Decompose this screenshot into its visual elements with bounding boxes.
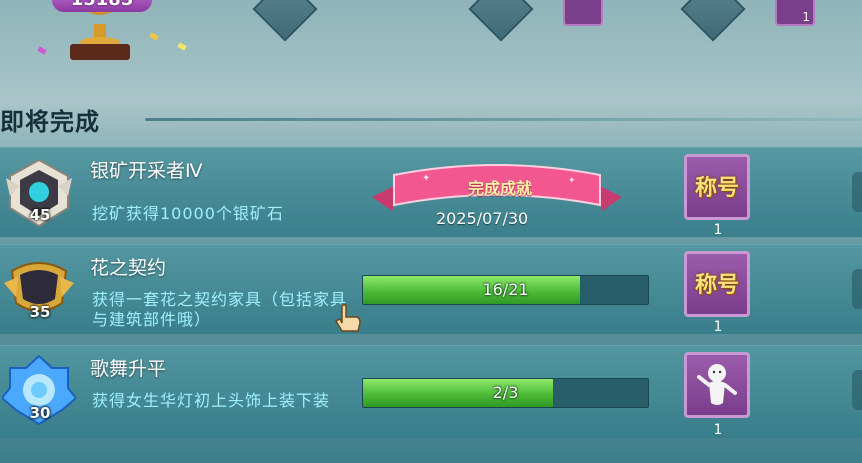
reward-card[interactable] [563,0,603,26]
achievement-desc: 挖矿获得10000个银矿石 [92,204,284,223]
confetti [177,42,187,51]
title-reward-icon[interactable]: 称号 [684,251,750,317]
achievement-desc: 获得一套花之契约家具（包括家具与建筑部件哦） [92,290,348,329]
dancing-figure-icon[interactable] [684,352,750,418]
complete-label: 完成成就 [467,179,532,198]
badge-level: 45 [29,206,51,224]
achievement-name: 歌舞升平 [90,358,167,380]
section-divider [145,118,862,121]
dancing-figure-art [697,364,737,405]
achievement-row[interactable]: 45 银矿开采者Ⅳ 挖矿获得10000个银矿石 ✦ ✦ 完成成就 2025/07… [0,147,862,238]
edge-tab [852,172,862,212]
progress-bar: 16/21 [362,275,649,305]
title-reward-icon[interactable]: 称号 [684,154,750,220]
progress-text: 2/3 [492,383,519,402]
achievement-name: 花之契约 [90,257,167,279]
progress-text: 16/21 [482,280,529,299]
progress-bar: 2/3 [362,378,649,408]
reward-card-count: 1 [802,10,810,24]
reward-slot-diamond[interactable] [468,0,534,42]
edge-tab [852,370,862,410]
pointer-hand-icon [334,304,361,332]
achievement-desc: 获得女生华灯初上头饰上装下装 [92,391,331,410]
badge-level: 30 [29,404,51,422]
completed-date: 2025/07/30 [436,209,529,228]
edge-tab [852,269,862,309]
reward-card[interactable]: 1 [775,0,815,26]
top-strip: 15185 1 [0,0,862,100]
section-title: 即将完成 [0,108,100,136]
reward-quantity: 1 [713,422,723,438]
trophy-score: 15185 [52,0,152,12]
reward-slot-diamond[interactable] [252,0,318,42]
reward-title-text: 称号 [694,272,739,298]
reward-slot-diamond[interactable] [680,0,746,42]
achievement-row[interactable]: 35 花之契约 获得一套花之契约家具（包括家具与建筑部件哦） 16/21 称号 … [0,244,862,335]
reward-quantity: 1 [713,222,723,238]
reward-quantity: 1 [713,319,723,335]
reward-title-text: 称号 [694,175,739,201]
achievement-row[interactable]: 30 歌舞升平 获得女生华灯初上头饰上装下装 2/3 1 [0,345,862,438]
badge-level: 35 [29,303,51,321]
achievement-name: 银矿开采者Ⅳ [90,160,203,182]
